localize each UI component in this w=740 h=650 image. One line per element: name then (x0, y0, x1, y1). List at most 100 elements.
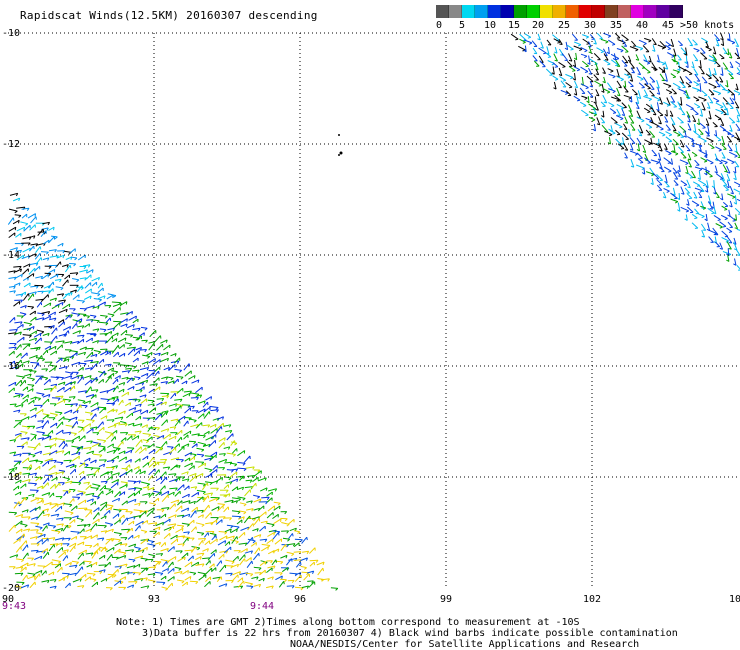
wind-barb (28, 399, 35, 405)
wind-barb (131, 435, 139, 441)
wind-barb-flag (677, 175, 681, 177)
wind-barb (76, 566, 83, 574)
wind-barb-flag (35, 407, 37, 411)
wind-barb (616, 87, 621, 96)
wind-barb (723, 185, 729, 191)
wind-barb (239, 502, 247, 505)
wind-barb (142, 462, 149, 468)
wind-barb (719, 125, 727, 131)
wind-barb (621, 34, 629, 41)
wind-barb-flag (158, 469, 160, 473)
wind-barb (189, 571, 196, 574)
wind-barb (154, 413, 162, 421)
wind-barb (259, 525, 266, 532)
wind-barb (118, 352, 126, 358)
wind-barb (85, 337, 93, 343)
wind-barb-flag (167, 568, 169, 572)
wind-barb-flag (180, 405, 182, 409)
wind-barb (20, 416, 30, 421)
wind-barb-flag (30, 464, 33, 468)
wind-barb (90, 578, 97, 581)
wind-barb-flag (646, 62, 651, 65)
footnote-line-1: Note: 1) Times are GMT 2)Times along bot… (116, 617, 580, 628)
wind-barb-flag (41, 331, 45, 334)
wind-barb (97, 287, 104, 293)
y-tick-label: -16 (2, 361, 20, 372)
wind-barb (156, 581, 166, 583)
wind-barb (90, 522, 97, 531)
wind-barb-flag (568, 86, 573, 89)
wind-barb (188, 375, 196, 380)
wind-barb-flag (208, 505, 210, 509)
wind-barb (20, 431, 28, 433)
wind-barb (175, 505, 183, 512)
wind-barb (28, 482, 37, 485)
wind-barb-flag (122, 389, 125, 393)
wind-barb-flag (73, 498, 75, 502)
wind-barb-flag (249, 515, 251, 519)
wind-barb-flag (719, 162, 723, 165)
wind-barb-flag (96, 534, 98, 538)
wind-barb (167, 376, 174, 379)
wind-barb (183, 420, 189, 427)
wind-barb (237, 577, 243, 583)
wind-barb-flag (90, 386, 92, 390)
wind-barb (23, 282, 31, 288)
wind-barb-flag (32, 388, 34, 392)
wind-barb-flag (612, 90, 616, 94)
wind-barb-flag (21, 376, 25, 380)
wind-barb-flag (710, 140, 714, 143)
wind-barb (106, 433, 114, 440)
wind-barb (161, 494, 169, 503)
wind-barb-flag (209, 469, 213, 473)
wind-barb-flag (91, 269, 94, 273)
wind-barb (196, 453, 204, 456)
wind-barb-flag (32, 293, 35, 297)
wind-barb (83, 560, 92, 563)
wind-barb-flag (202, 514, 204, 518)
wind-barb-flag (634, 153, 638, 156)
wind-barb (153, 377, 160, 384)
wind-barb (44, 561, 53, 568)
wind-barb-flag (103, 373, 107, 376)
wind-barb (687, 159, 692, 168)
wind-barb (23, 321, 32, 325)
wind-barb (303, 573, 310, 581)
wind-barb (127, 348, 135, 356)
wind-barb-flag (687, 85, 691, 88)
wind-barb-flag (639, 48, 644, 51)
wind-barb-flag (53, 227, 55, 231)
wind-barb (147, 507, 155, 512)
wind-barb-flag (202, 540, 204, 544)
wind-barb-flag (124, 576, 127, 580)
wind-barb (98, 445, 106, 448)
wind-barb (78, 561, 85, 566)
wind-barb (114, 541, 122, 547)
wind-barb (155, 553, 163, 555)
wind-barb (538, 47, 547, 54)
wind-barb (97, 490, 104, 497)
wind-barb-flag (618, 86, 622, 89)
wind-barb (160, 357, 169, 363)
wind-barb-flag (81, 285, 84, 289)
wind-barb (736, 108, 740, 117)
wind-barb-flag (26, 574, 28, 579)
wind-barb-flag (236, 528, 238, 533)
wind-barb (217, 503, 225, 505)
wind-barb (309, 559, 319, 562)
wind-barb-flag (185, 380, 188, 385)
wind-barb (581, 95, 588, 99)
wind-barb-flag (607, 63, 611, 66)
wind-barb (727, 39, 735, 43)
wind-barb (629, 137, 636, 144)
wind-barb-flag (585, 114, 589, 117)
wind-barb-flag (138, 535, 140, 539)
wind-barb (132, 357, 139, 363)
wind-barb-flag (300, 562, 302, 566)
wind-barb (36, 329, 44, 333)
wind-barb (16, 323, 24, 329)
wind-barb (44, 388, 53, 390)
wind-barb-flag (612, 112, 617, 114)
wind-barb-flag (246, 548, 248, 552)
wind-barb-flag (672, 76, 676, 79)
